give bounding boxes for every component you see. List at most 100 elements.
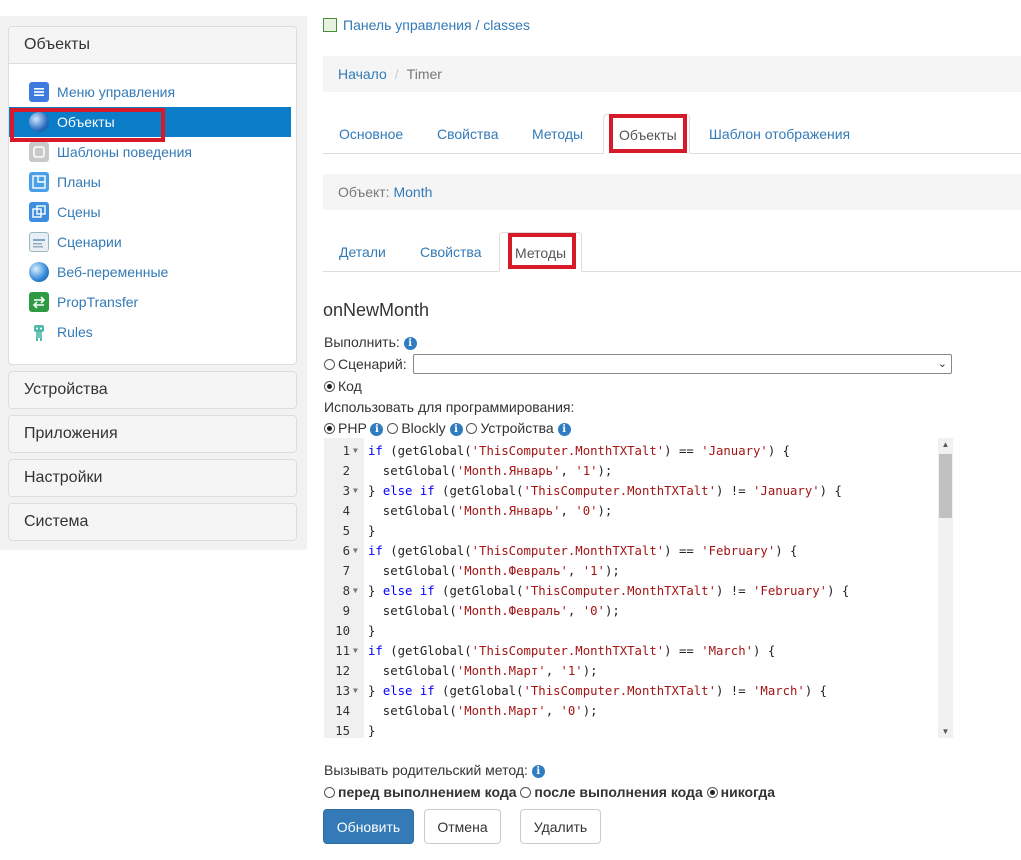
code-text: setGlobal('Month.Февраль', '0');: [368, 604, 620, 618]
line-number: 3: [342, 484, 350, 498]
delete-button[interactable]: Удалить: [520, 809, 601, 844]
radio-devices[interactable]: Устройства: [466, 420, 554, 436]
scroll-down-icon[interactable]: ▼: [938, 727, 953, 736]
radio-php[interactable]: PHP: [324, 420, 367, 436]
sidebar-item-web-variables[interactable]: Веб-переменные: [9, 257, 296, 287]
transfer-icon: [29, 292, 49, 312]
tab-details[interactable]: Детали: [324, 232, 401, 272]
object-link[interactable]: Month: [393, 184, 432, 200]
info-icon[interactable]: i: [531, 765, 545, 778]
breadcrumb-current: Timer: [406, 66, 442, 82]
code-line[interactable]: 1 ▼ if (getGlobal('ThisComputer.MonthTXTal…: [324, 441, 939, 461]
tab-object-properties[interactable]: Свойства: [405, 232, 496, 272]
sidebar-section-devices[interactable]: Устройства: [8, 371, 297, 409]
code-line[interactable]: 4 setGlobal('Month.Январь', '0');: [324, 501, 939, 521]
sidebar-item-label: Меню управления: [57, 84, 176, 100]
radio-button[interactable]: [706, 787, 718, 798]
code-line[interactable]: 12 setGlobal('Month.Март', '1');: [324, 661, 939, 681]
radio-never[interactable]: никогда: [706, 784, 775, 800]
code-line[interactable]: 15}: [324, 721, 939, 738]
scenario-select[interactable]: ⌄: [413, 354, 952, 374]
line-number: 9: [342, 604, 350, 618]
sidebar-item-label: Объекты: [57, 114, 115, 130]
radio-blockly[interactable]: Blockly: [387, 420, 446, 436]
code-line[interactable]: 3 ▼} else if (getGlobal('ThisComputer.Mon…: [324, 481, 939, 501]
sidebar-section-objects[interactable]: Объекты: [9, 27, 296, 64]
sidebar-item-scenes[interactable]: Сцены: [9, 197, 296, 227]
code-editor[interactable]: 1 ▼ if (getGlobal('ThisComputer.MonthTXTal…: [324, 438, 953, 738]
control-panel-path[interactable]: Панель управления / classes: [323, 17, 530, 33]
menu-icon: [29, 82, 49, 102]
breadcrumb-home[interactable]: Начало: [338, 66, 387, 82]
radio-button[interactable]: [387, 423, 399, 434]
code-line[interactable]: 13 ▼} else if (getGlobal('ThisComputer.Mo…: [324, 681, 939, 701]
sidebar-section-settings[interactable]: Настройки: [8, 459, 297, 497]
code-line[interactable]: 8 ▼} else if (getGlobal('ThisComputer.Mon…: [324, 581, 939, 601]
radio-scenario[interactable]: Сценарий:: [324, 356, 407, 372]
code-text: if (getGlobal('ThisComputer.MonthTXTalt'…: [368, 544, 798, 558]
sidebar-item-label: Шаблоны поведения: [57, 144, 193, 160]
sidebar-item-behavior-templates[interactable]: Шаблоны поведения: [9, 137, 296, 167]
radio-label: PHP: [338, 420, 367, 436]
line-number: 2: [342, 464, 350, 478]
radio-before-code[interactable]: перед выполнением кода: [324, 784, 517, 800]
radio-button[interactable]: [324, 359, 335, 370]
fold-arrow-icon[interactable]: ▼: [353, 641, 358, 661]
radio-button[interactable]: [324, 787, 335, 798]
sidebar-item-control-menu[interactable]: Меню управления: [9, 77, 296, 107]
line-number: 14: [335, 704, 350, 718]
code-line[interactable]: 9 setGlobal('Month.Февраль', '0');: [324, 601, 939, 621]
cancel-button[interactable]: Отмена: [424, 809, 501, 844]
radio-button[interactable]: [324, 381, 335, 392]
info-icon[interactable]: i: [557, 423, 571, 436]
code-line[interactable]: 7 setGlobal('Month.Февраль', '1');: [324, 561, 939, 581]
code-line[interactable]: 6 ▼ if (getGlobal('ThisComputer.MonthTXTal…: [324, 541, 939, 561]
sidebar-menu: Меню управления Объекты Шаблоны поведени…: [9, 77, 296, 347]
radio-label: Код: [338, 378, 362, 394]
editor-scrollbar[interactable]: ▲ ▼: [938, 438, 953, 738]
section-title: Устройства: [9, 372, 296, 408]
info-icon[interactable]: i: [449, 423, 463, 436]
sidebar-item-rules[interactable]: Rules: [9, 317, 296, 347]
tab-display-template[interactable]: Шаблон отображения: [694, 114, 865, 154]
tab-objects[interactable]: Объекты: [603, 114, 690, 154]
sidebar-item-label: Rules: [57, 324, 93, 340]
sidebar-panel-objects: Объекты Меню управления Объекты Шаблоны …: [8, 26, 297, 365]
scenes-icon: [29, 202, 49, 222]
sidebar: Объекты Меню управления Объекты Шаблоны …: [0, 16, 307, 550]
radio-code[interactable]: Код: [324, 378, 362, 394]
fold-arrow-icon[interactable]: ▼: [353, 581, 358, 601]
parent-method-label-row: Вызывать родительский метод: i: [324, 762, 545, 778]
fold-arrow-icon[interactable]: ▼: [353, 541, 358, 561]
code-line[interactable]: 2 setGlobal('Month.Январь', '1');: [324, 461, 939, 481]
sidebar-item-objects[interactable]: Объекты: [9, 107, 291, 137]
radio-button[interactable]: [324, 423, 335, 434]
code-line[interactable]: 10}: [324, 621, 939, 641]
fold-arrow-icon[interactable]: ▼: [353, 441, 358, 461]
info-icon[interactable]: i: [403, 337, 417, 350]
fold-arrow-icon[interactable]: ▼: [353, 681, 358, 701]
sidebar-section-apps[interactable]: Приложения: [8, 415, 297, 453]
line-number: 13: [335, 684, 350, 698]
scroll-up-icon[interactable]: ▲: [938, 440, 953, 449]
tab-methods[interactable]: Методы: [517, 114, 598, 154]
sidebar-item-scripts[interactable]: Сценарии: [9, 227, 296, 257]
info-icon[interactable]: i: [370, 423, 384, 436]
sidebar-section-system[interactable]: Система: [8, 503, 297, 541]
radio-button[interactable]: [466, 423, 478, 434]
update-button[interactable]: Обновить: [323, 809, 414, 844]
sidebar-item-proptransfer[interactable]: PropTransfer: [9, 287, 296, 317]
tab-general[interactable]: Основное: [324, 114, 418, 154]
radio-button[interactable]: [520, 787, 532, 798]
tab-object-methods[interactable]: Методы: [499, 232, 582, 272]
sidebar-item-label: Веб-переменные: [57, 264, 169, 280]
scrollbar-thumb[interactable]: [939, 454, 952, 518]
sidebar-item-label: PropTransfer: [57, 294, 139, 310]
code-line[interactable]: 11 ▼ if (getGlobal('ThisComputer.MonthTXTa…: [324, 641, 939, 661]
code-line[interactable]: 5}: [324, 521, 939, 541]
radio-after-code[interactable]: после выполнения кода: [520, 784, 703, 800]
fold-arrow-icon[interactable]: ▼: [353, 481, 358, 501]
code-line[interactable]: 14 setGlobal('Month.Март', '0');: [324, 701, 939, 721]
sidebar-item-plans[interactable]: Планы: [9, 167, 296, 197]
tab-properties[interactable]: Свойства: [422, 114, 513, 154]
